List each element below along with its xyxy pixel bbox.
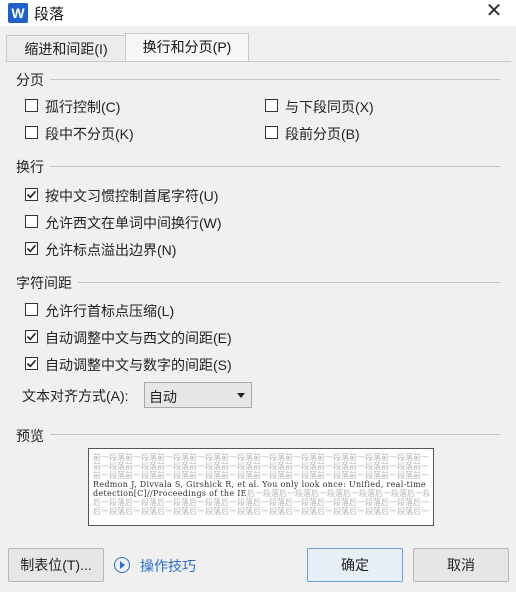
page-break-before-label[interactable]: 段前分页(B) [285,124,360,144]
preview-current-paragraph-tail: detection[C]//Proceedings of the IE [93,489,247,498]
cancel-button[interactable]: 取消 [413,548,509,582]
title-bar [0,0,516,26]
section-divider [50,434,500,435]
close-icon[interactable]: ✕ [482,0,506,24]
preview-next-paragraph-text: 后一段落后一段落后一段落后一段落后一段落后一段落后一段落后一段落 [246,489,429,498]
checkmark-icon [26,332,37,341]
widow-control-checkbox[interactable] [25,99,38,112]
section-title-character-spacing: 字符间距 [16,275,72,291]
text-alignment-label: 文本对齐方式(A): [22,388,129,404]
wps-writer-app-icon: W [8,3,28,23]
text-alignment-select[interactable]: 自动 [144,382,252,408]
checkmark-icon [26,190,37,199]
preview-previous-paragraph-line: 前一段落前一段落前一段落前一段落前一段落前一段落前一段落前一段落前一段落前一段落… [93,471,429,480]
tabs-button[interactable]: 制表位(T)... [8,548,104,582]
preview-previous-paragraph-line: 前一段落前一段落前一段落前一段落前一段落前一段落前一段落前一段落前一段落前一段落… [93,453,429,462]
keep-lines-together-checkbox[interactable] [25,126,38,139]
compress-leading-punctuation-checkbox[interactable] [25,303,38,316]
section-divider [50,166,500,167]
auto-space-chinese-latin-checkbox[interactable] [25,330,38,343]
keep-with-next-checkbox[interactable] [265,99,278,112]
auto-space-chinese-digits-label[interactable]: 自动调整中文与数字的间距(S) [45,355,232,375]
keep-with-next-label[interactable]: 与下段同页(X) [285,97,374,117]
allow-latin-word-wrap-checkbox[interactable] [25,215,38,228]
text-alignment-value: 自动 [149,389,177,405]
preview-mixed-line: detection[C]//Proceedings of the IE后一段落后… [93,489,429,498]
allow-punctuation-overflow-checkbox[interactable] [25,242,38,255]
section-divider [78,282,500,283]
section-title-preview: 预览 [16,428,44,444]
section-divider [50,79,500,80]
tab-indent-spacing[interactable]: 缩进和间距(I) [6,35,126,62]
preview-previous-paragraph-line: 前一段落前一段落前一段落前一段落前一段落前一段落前一段落前一段落前一段落前一段落… [93,462,429,471]
preview-current-paragraph-line: Redmon J, Divvala S, Girshick R, et al. … [93,480,429,489]
compress-leading-punctuation-label[interactable]: 允许行首标点压缩(L) [45,301,174,321]
ok-button[interactable]: 确定 [307,548,403,582]
section-title-line-break: 换行 [16,159,44,175]
checkmark-icon [26,244,37,253]
section-title-pagination: 分页 [16,72,44,88]
auto-space-chinese-latin-label[interactable]: 自动调整中文与西文的间距(E) [45,328,232,348]
preview-next-paragraph-line: 后一段落后一段落后一段落后一段落后一段落后一段落后一段落后一段落后一段落后一段落… [93,498,429,507]
page-break-before-checkbox[interactable] [265,126,278,139]
play-circle-icon [114,557,130,573]
paragraph-preview: 前一段落前一段落前一段落前一段落前一段落前一段落前一段落前一段落前一段落前一段落… [88,448,434,526]
allow-latin-word-wrap-label[interactable]: 允许西文在单词中间换行(W) [45,213,222,233]
preview-next-paragraph-line: 后一段落后一段落后一段落后一段落后一段落后一段落后一段落后一段落后一段落后一段落… [93,507,429,516]
checkmark-icon [26,359,37,368]
tab-line-page-breaks[interactable]: 换行和分页(P) [125,33,249,62]
tips-label[interactable]: 操作技巧 [140,556,196,576]
chinese-first-last-char-checkbox[interactable] [25,188,38,201]
dialog-title: 段落 [34,6,65,23]
widow-control-label[interactable]: 孤行控制(C) [45,97,120,117]
chinese-first-last-char-label[interactable]: 按中文习惯控制首尾字符(U) [45,186,218,206]
allow-punctuation-overflow-label[interactable]: 允许标点溢出边界(N) [45,240,176,260]
auto-space-chinese-digits-checkbox[interactable] [25,357,38,370]
dropdown-arrow-icon [237,393,245,398]
tab-divider [5,61,511,62]
keep-lines-together-label[interactable]: 段中不分页(K) [45,124,134,144]
